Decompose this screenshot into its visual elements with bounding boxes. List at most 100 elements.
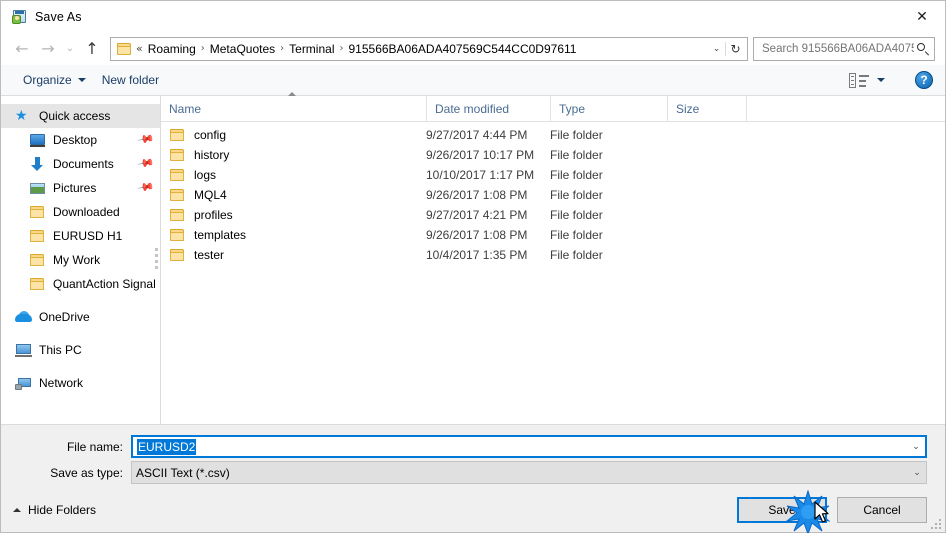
folder-icon — [169, 247, 186, 263]
forward-button[interactable]: → — [35, 36, 61, 62]
sort-ascending-icon — [288, 91, 296, 96]
search-input[interactable] — [760, 41, 916, 56]
chevron-down-icon — [77, 78, 86, 82]
refresh-icon[interactable]: ↻ — [725, 41, 745, 56]
save-as-type-value: ASCII Text (*.csv) — [136, 465, 230, 480]
file-name: profiles — [194, 208, 233, 222]
sidebar-item-pictures[interactable]: Pictures 📌 — [1, 176, 160, 200]
save-form: File name: EURUSD2 ⌄ Save as type: ASCII… — [1, 424, 945, 488]
file-name-cell: templates — [161, 227, 426, 243]
folder-icon — [169, 227, 186, 243]
address-bar[interactable]: « Roaming › MetaQuotes › Terminal › 9155… — [110, 36, 748, 61]
sidebar-item-label: OneDrive — [39, 310, 90, 324]
save-as-icon — [11, 9, 27, 25]
hide-folders-button[interactable]: Hide Folders — [13, 503, 96, 517]
table-row[interactable]: history 9/26/2017 10:17 PM File folder — [161, 145, 945, 165]
file-type-cell: File folder — [550, 168, 603, 182]
table-row[interactable]: profiles 9/27/2017 4:21 PM File folder — [161, 205, 945, 225]
sidebar-item-eurusd-h1[interactable]: EURUSD H1 — [1, 224, 160, 248]
chevron-down-icon — [877, 78, 885, 82]
table-row[interactable]: templates 9/26/2017 1:08 PM File folder — [161, 225, 945, 245]
title-bar: Save As ✕ — [1, 1, 945, 32]
pane-splitter[interactable] — [153, 96, 161, 424]
sidebar-item-label: This PC — [39, 343, 82, 357]
sidebar-item-quick-access[interactable]: ★ Quick access — [1, 104, 160, 128]
up-button[interactable]: ↑ — [79, 36, 105, 62]
file-date-cell: 9/27/2017 4:21 PM — [426, 208, 528, 222]
file-name-cell: history — [161, 147, 426, 163]
file-type-cell: File folder — [550, 188, 603, 202]
help-icon[interactable]: ? — [915, 71, 933, 89]
file-name-cell: tester — [161, 247, 426, 263]
breadcrumb-terminal[interactable]: Terminal — [285, 40, 338, 58]
column-header-date-modified[interactable]: Date modified — [426, 95, 550, 122]
file-date-cell: 9/26/2017 10:17 PM — [426, 148, 535, 162]
pin-icon[interactable]: 📌 — [137, 130, 156, 149]
sidebar-item-downloaded[interactable]: Downloaded — [1, 200, 160, 224]
column-header-type[interactable]: Type — [550, 95, 667, 122]
change-view-button[interactable] — [841, 69, 893, 92]
search-box[interactable] — [753, 36, 935, 61]
close-icon[interactable]: ✕ — [899, 1, 945, 32]
folder-icon — [116, 42, 133, 56]
column-header-name[interactable]: Name — [161, 91, 426, 122]
file-name: MQL4 — [194, 188, 227, 202]
breadcrumb-overflow[interactable]: « — [135, 42, 144, 55]
pin-icon[interactable]: 📌 — [137, 154, 156, 173]
sidebar-item-network[interactable]: Network — [1, 371, 160, 395]
file-date-cell: 10/4/2017 1:35 PM — [426, 248, 528, 262]
save-as-type-label: Save as type: — [50, 465, 123, 480]
chevron-down-icon[interactable]: ⌄ — [908, 468, 926, 478]
file-name-cell: config — [161, 127, 426, 143]
sidebar-item-quantaction-signal[interactable]: QuantAction Signal — [1, 272, 160, 296]
organize-button[interactable]: Organize — [15, 69, 94, 91]
navigation-bar: ← → ⌄ ↑ « Roaming › MetaQuotes › Termina… — [1, 32, 945, 65]
sidebar-item-onedrive[interactable]: OneDrive — [1, 305, 160, 329]
computer-icon — [15, 342, 32, 358]
chevron-down-icon[interactable]: ⌄ — [708, 44, 725, 54]
file-type-cell: File folder — [550, 228, 603, 242]
resize-grip[interactable] — [931, 519, 941, 529]
file-type-cell: File folder — [550, 128, 603, 142]
recent-locations-button[interactable]: ⌄ — [61, 36, 79, 62]
dialog-footer: Hide Folders Save Cancel — [1, 488, 945, 532]
file-name-input[interactable]: EURUSD2 ⌄ — [131, 435, 927, 458]
file-name-row: File name: EURUSD2 ⌄ — [19, 435, 927, 458]
table-row[interactable]: tester 10/4/2017 1:35 PM File folder — [161, 245, 945, 265]
sidebar-item-my-work[interactable]: My Work — [1, 248, 160, 272]
file-name: history — [194, 148, 230, 162]
breadcrumb-roaming[interactable]: Roaming — [144, 40, 200, 58]
sidebar-item-this-pc[interactable]: This PC — [1, 338, 160, 362]
table-row[interactable]: logs 10/10/2017 1:17 PM File folder — [161, 165, 945, 185]
save-as-type-row: Save as type: ASCII Text (*.csv) ⌄ — [19, 461, 927, 484]
folder-icon — [29, 276, 46, 292]
search-icon[interactable] — [916, 42, 930, 56]
table-row[interactable]: MQL4 9/26/2017 1:08 PM File folder — [161, 185, 945, 205]
sidebar-item-desktop[interactable]: Desktop 📌 — [1, 128, 160, 152]
toolbar: Organize New folder ? — [1, 65, 945, 96]
file-date-cell: 9/27/2017 4:44 PM — [426, 128, 528, 142]
folder-icon — [29, 228, 46, 244]
pin-icon[interactable]: 📌 — [137, 178, 156, 197]
folder-icon — [169, 147, 186, 163]
sidebar-item-label: Downloaded — [53, 205, 120, 219]
sidebar-item-documents[interactable]: Documents 📌 — [1, 152, 160, 176]
sidebar-item-label: Pictures — [53, 181, 97, 195]
dialog-body: ★ Quick access Desktop 📌 Documents 📌 Pic… — [1, 91, 945, 424]
breadcrumb-guid[interactable]: 915566BA06ADA407569C544CC0D97611 — [345, 40, 581, 58]
back-button[interactable]: ← — [9, 36, 35, 62]
save-button[interactable]: Save — [737, 497, 827, 523]
hide-folders-label: Hide Folders — [28, 503, 97, 517]
new-folder-button[interactable]: New folder — [94, 69, 167, 91]
file-name-value[interactable]: EURUSD2 — [137, 438, 197, 455]
cloud-icon — [15, 309, 32, 325]
chevron-down-icon[interactable]: ⌄ — [907, 442, 925, 452]
table-row[interactable]: config 9/27/2017 4:44 PM File folder — [161, 125, 945, 145]
file-list: config 9/27/2017 4:44 PM File folder his… — [161, 122, 945, 424]
cancel-button[interactable]: Cancel — [837, 497, 927, 523]
column-header-size[interactable]: Size — [667, 95, 747, 122]
folder-icon — [169, 167, 186, 183]
save-as-type-select[interactable]: ASCII Text (*.csv) ⌄ — [131, 461, 927, 484]
file-name-cell: logs — [161, 167, 426, 183]
breadcrumb-metaquotes[interactable]: MetaQuotes — [206, 40, 279, 58]
